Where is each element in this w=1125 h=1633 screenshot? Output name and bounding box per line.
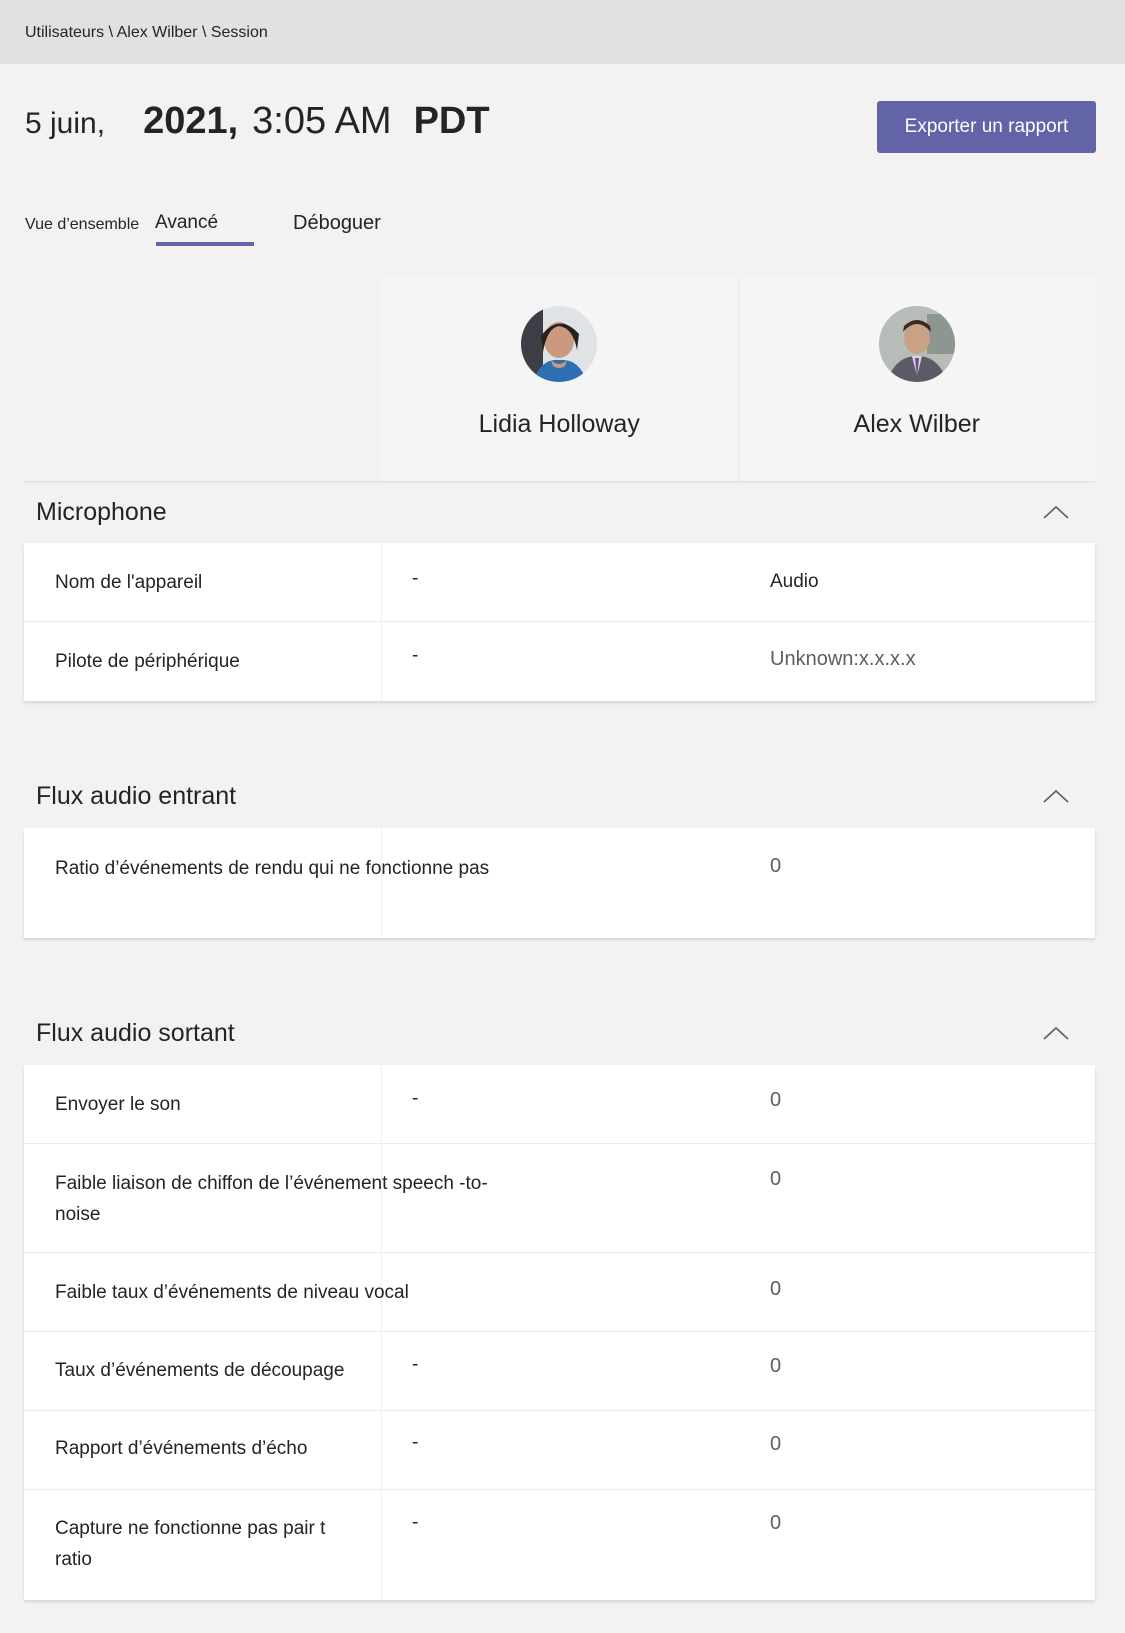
row-value-lidia: - — [412, 1354, 419, 1375]
session-year: 2021, — [143, 100, 239, 142]
session-time: 3:05 AM — [252, 100, 392, 142]
avatar — [878, 306, 955, 382]
table-row: Ratio d’événements de rendu qui ne fonct… — [24, 828, 1095, 938]
session-datetime: 5 juin, 2021, 3:05 AM PDT — [25, 100, 490, 143]
table-row: Pilote de périphérique - Unknown:x.x.x.x — [24, 622, 1095, 701]
chevron-up-icon[interactable] — [1041, 787, 1071, 805]
row-value-alex: Unknown:x.x.x.x — [770, 648, 916, 670]
table-row: Capture ne fonctionne pas pair t ratio -… — [24, 1490, 1095, 1600]
row-value-alex: 0 — [770, 1278, 782, 1300]
active-tab-indicator — [156, 242, 254, 246]
section-outgoing-header[interactable]: Flux audio sortant — [24, 1003, 1095, 1063]
table-row: Taux d’événements de découpage - 0 — [24, 1332, 1095, 1411]
row-value-alex: 0 — [770, 1433, 782, 1455]
tab-advanced[interactable]: Avancé — [155, 212, 218, 242]
row-value-alex: 0 — [770, 855, 782, 877]
row-value-alex: 0 — [770, 1355, 782, 1377]
row-label: Faible liaison de chiffon de l’événement… — [55, 1173, 488, 1225]
tab-overview[interactable]: Vue d’ensemble — [25, 216, 139, 234]
row-value-alex: Audio — [770, 571, 819, 592]
section-incoming-card: Ratio d’événements de rendu qui ne fonct… — [24, 828, 1095, 938]
section-incoming-header[interactable]: Flux audio entrant — [24, 766, 1095, 826]
participant-name: Lidia Holloway — [478, 410, 640, 438]
table-row: Envoyer le son - 0 — [24, 1065, 1095, 1144]
row-label: Capture ne fonctionne pas pair t ratio — [55, 1518, 326, 1570]
table-row: Faible taux d’événements de niveau vocal… — [24, 1253, 1095, 1332]
section-outgoing-card: Envoyer le son - 0 Faible liaison de chi… — [24, 1065, 1095, 1600]
tab-debug[interactable]: Déboguer — [293, 212, 381, 235]
row-label: Taux d’événements de découpage — [55, 1360, 345, 1381]
section-title: Flux audio sortant — [36, 1018, 235, 1047]
row-label: Faible taux d’événements de niveau vocal — [55, 1282, 409, 1303]
avatar — [521, 306, 598, 382]
participant-name: Alex Wilber — [853, 410, 980, 438]
row-label: Nom de l'appareil — [55, 572, 203, 593]
row-value-lidia: - — [412, 568, 419, 589]
section-microphone-card: Nom de l'appareil - Audio Pilote de péri… — [24, 543, 1095, 701]
row-label: Rapport d’événements d’écho — [55, 1438, 308, 1459]
section-microphone-header[interactable]: Microphone — [24, 481, 1095, 541]
row-value-lidia: - — [412, 1432, 419, 1453]
row-value-lidia: - — [412, 1512, 419, 1533]
table-row: Nom de l'appareil - Audio — [24, 543, 1095, 622]
row-value-lidia: - — [412, 1088, 419, 1109]
section-title: Flux audio entrant — [36, 781, 237, 810]
participants-header: Lidia Holloway Alex Wilber — [381, 278, 1095, 481]
session-timezone: PDT — [413, 100, 490, 142]
chevron-up-icon[interactable] — [1041, 503, 1071, 521]
row-label: Envoyer le son — [55, 1094, 181, 1115]
row-label: Pilote de périphérique — [55, 651, 240, 672]
table-row: Faible liaison de chiffon de l’événement… — [24, 1144, 1095, 1253]
participant-lidia-holloway: Lidia Holloway — [381, 278, 739, 481]
row-value-lidia: - — [412, 645, 419, 666]
row-value-alex: 0 — [770, 1089, 782, 1111]
chevron-up-icon[interactable] — [1041, 1024, 1071, 1042]
session-day: 5 juin, — [25, 107, 106, 140]
table-row: Rapport d’événements d’écho - 0 — [24, 1411, 1095, 1490]
export-report-button[interactable]: Exporter un rapport — [877, 101, 1096, 153]
section-title: Microphone — [36, 497, 167, 526]
row-label: Ratio d’événements de rendu qui ne fonct… — [55, 858, 490, 879]
row-value-alex: 0 — [770, 1512, 782, 1534]
row-value-alex: 0 — [770, 1168, 782, 1190]
breadcrumb: Utilisateurs \ Alex Wilber \ Session — [0, 0, 1125, 64]
participant-alex-wilber: Alex Wilber — [738, 278, 1095, 481]
